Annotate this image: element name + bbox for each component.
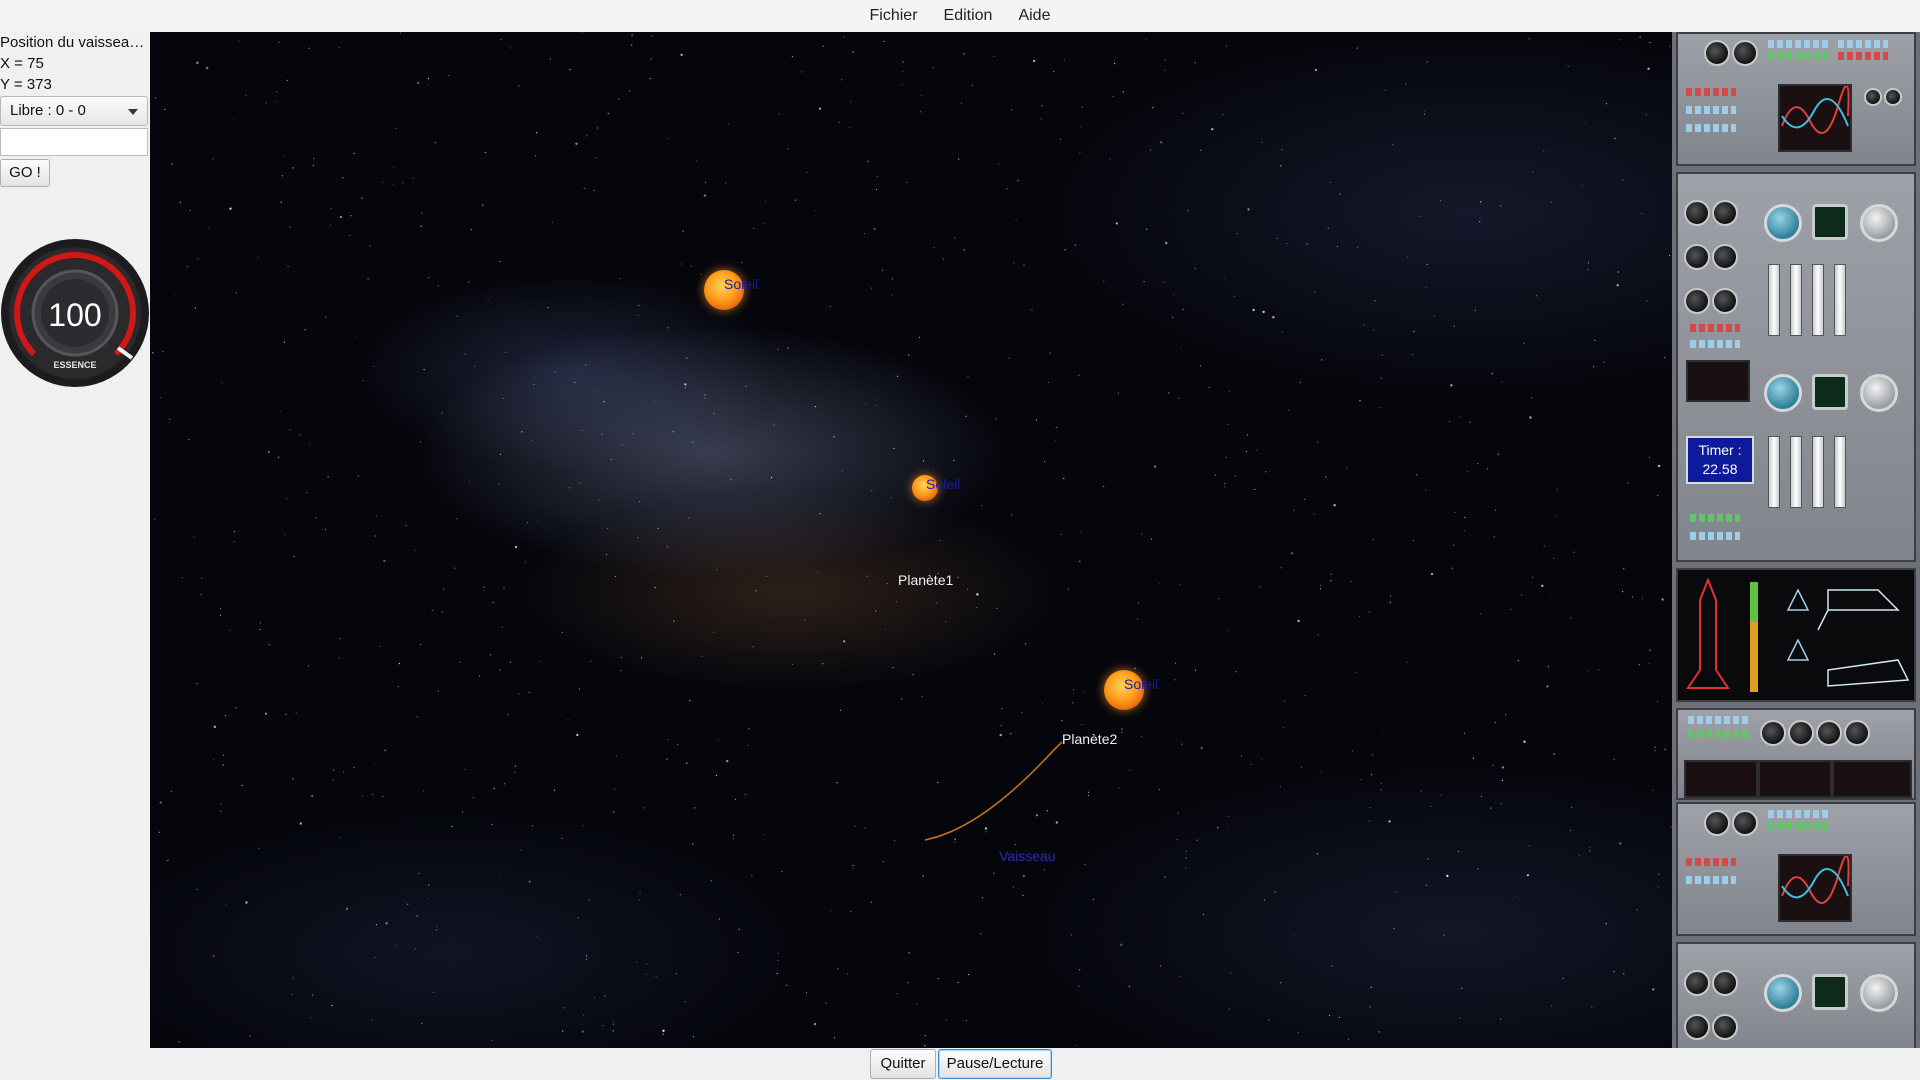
pause-play-button[interactable]: Pause/Lecture xyxy=(938,1049,1052,1079)
command-input[interactable] xyxy=(0,128,148,156)
mode-select[interactable]: Libre : 0 - 0 xyxy=(0,96,148,126)
knob-icon xyxy=(1704,810,1730,836)
led-row xyxy=(1686,106,1736,114)
control-block-repeat xyxy=(1676,802,1916,936)
mode-select-value: Libre : 0 - 0 xyxy=(10,102,86,119)
knob-icon xyxy=(1864,88,1882,106)
led-row xyxy=(1686,124,1736,132)
menu-aide[interactable]: Aide xyxy=(1005,0,1063,32)
knob-icon xyxy=(1760,720,1786,746)
dial-icon xyxy=(1764,974,1802,1012)
slider-icon xyxy=(1790,436,1802,508)
slider-icon xyxy=(1812,264,1824,336)
dial-icon xyxy=(1764,374,1802,412)
dial-icon xyxy=(1764,204,1802,242)
control-panel: Timer : 22.58 xyxy=(1672,32,1920,1048)
fuel-gauge-value: 100 xyxy=(48,297,101,333)
spectrum-screen xyxy=(1686,360,1750,402)
knob-icon xyxy=(1684,1014,1710,1040)
slider-icon xyxy=(1768,436,1780,508)
knob-icon xyxy=(1816,720,1842,746)
control-block-top xyxy=(1676,32,1916,166)
control-block-lower xyxy=(1676,708,1916,800)
fuel-gauge-label: ESSENCE xyxy=(53,360,96,370)
led-row xyxy=(1838,52,1888,60)
knob-icon xyxy=(1712,970,1738,996)
chevron-down-icon xyxy=(128,109,138,115)
knob-icon xyxy=(1732,810,1758,836)
dial-icon xyxy=(1860,204,1898,242)
space-view[interactable]: Soleil Soleil Planète1 Soleil Planète2 V… xyxy=(150,32,1672,1048)
led-row xyxy=(1768,810,1828,818)
led-row xyxy=(1838,40,1888,48)
led-row xyxy=(1688,730,1748,738)
knob-icon xyxy=(1844,720,1870,746)
led-row xyxy=(1690,532,1740,540)
radar-icon xyxy=(1812,974,1848,1010)
led-row xyxy=(1690,340,1740,348)
led-row xyxy=(1690,324,1740,332)
radar-icon xyxy=(1812,204,1848,240)
bottom-toolbar: Quitter Pause/Lecture xyxy=(0,1048,1920,1080)
sun-1-label: Soleil xyxy=(724,276,759,292)
sun-2-label: Soleil xyxy=(926,476,961,492)
spaceship-label: Vaisseau xyxy=(999,848,1056,864)
led-row xyxy=(1686,88,1736,96)
led-row xyxy=(1686,876,1736,884)
knob-icon xyxy=(1732,40,1758,66)
slider-icon xyxy=(1768,264,1780,336)
slider-icon xyxy=(1834,264,1846,336)
led-row xyxy=(1768,822,1828,830)
knob-icon xyxy=(1704,40,1730,66)
knob-icon xyxy=(1684,970,1710,996)
dial-icon xyxy=(1860,974,1898,1012)
led-row xyxy=(1686,858,1736,866)
planet-1-label: Planète1 xyxy=(898,572,954,588)
quit-button[interactable]: Quitter xyxy=(870,1049,936,1079)
ship-y-coordinate: Y = 373 xyxy=(0,76,52,93)
timer-label: Timer : xyxy=(1698,442,1742,458)
knob-icon xyxy=(1684,244,1710,270)
planet-2-label: Planète2 xyxy=(1062,731,1118,747)
slider-icon xyxy=(1812,436,1824,508)
status-screen xyxy=(1832,760,1912,798)
oscilloscope-screen xyxy=(1778,84,1852,152)
knob-icon xyxy=(1712,288,1738,314)
status-screen xyxy=(1758,760,1832,798)
ship-trajectory xyxy=(924,741,1063,841)
status-screen xyxy=(1684,760,1758,798)
ship-x-coordinate: X = 75 xyxy=(0,55,44,72)
knob-icon xyxy=(1788,720,1814,746)
knob-icon xyxy=(1684,200,1710,226)
slider-icon xyxy=(1790,264,1802,336)
menu-fichier[interactable]: Fichier xyxy=(857,0,931,32)
knob-icon xyxy=(1712,200,1738,226)
timer-display: Timer : 22.58 xyxy=(1686,436,1754,484)
led-row xyxy=(1688,716,1748,724)
knob-icon xyxy=(1684,288,1710,314)
menu-bar: Fichier Edition Aide xyxy=(0,0,1920,33)
control-block-bottom xyxy=(1676,942,1916,1048)
led-row xyxy=(1768,52,1828,60)
go-button[interactable]: GO ! xyxy=(0,159,50,187)
left-panel: Position du vaisseau ... X = 75 Y = 373 … xyxy=(0,32,150,1048)
menu-edition[interactable]: Edition xyxy=(931,0,1006,32)
fuel-gauge: 100 ESSENCE xyxy=(1,239,149,387)
shuttle-schematics xyxy=(1676,568,1916,702)
timer-value: 22.58 xyxy=(1702,461,1738,477)
led-row xyxy=(1690,514,1740,522)
radar-icon xyxy=(1812,374,1848,410)
led-row xyxy=(1768,40,1828,48)
sun-3-label: Soleil xyxy=(1124,676,1159,692)
knob-icon xyxy=(1884,88,1902,106)
oscilloscope-screen xyxy=(1778,854,1852,922)
control-block-middle: Timer : 22.58 xyxy=(1676,172,1916,562)
knob-icon xyxy=(1712,1014,1738,1040)
slider-icon xyxy=(1834,436,1846,508)
dial-icon xyxy=(1860,374,1898,412)
knob-icon xyxy=(1712,244,1738,270)
ship-position-title: Position du vaisseau ... xyxy=(0,34,150,51)
